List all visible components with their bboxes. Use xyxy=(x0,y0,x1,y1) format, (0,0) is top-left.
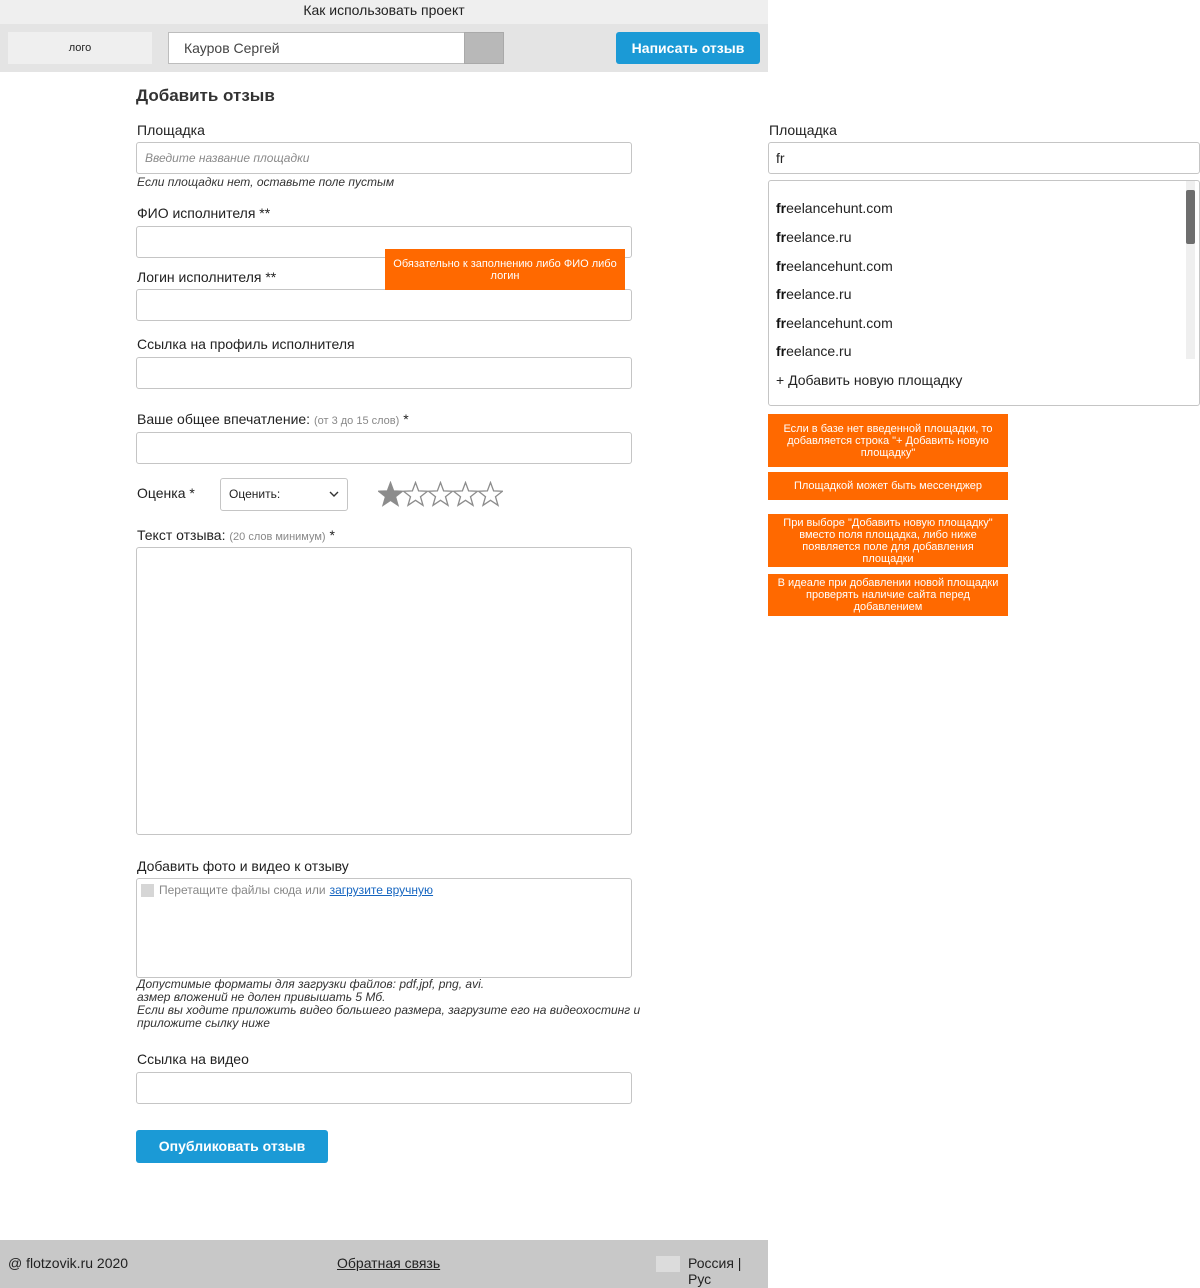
language-selector[interactable]: Россия | Рус xyxy=(688,1255,768,1287)
impression-input[interactable] xyxy=(136,432,632,464)
search-button[interactable] xyxy=(464,32,504,64)
video-link-label: Ссылка на видео xyxy=(137,1051,249,1067)
autocomplete-option[interactable]: freelancehunt.com xyxy=(776,200,893,216)
fio-label: ФИО исполнителя ** xyxy=(137,205,271,221)
platform-label: Площадка xyxy=(137,122,205,138)
rating-select[interactable]: Оценить: xyxy=(220,478,348,511)
autocomplete-option[interactable]: freelance.ru xyxy=(776,286,852,302)
profile-link-label: Ссылка на профиль исполнителя xyxy=(137,336,355,352)
write-review-button[interactable]: Написать отзыв xyxy=(616,32,760,64)
copyright: @ flotzovik.ru 2020 xyxy=(8,1255,129,1271)
star-filled-icon[interactable] xyxy=(378,481,403,507)
review-text-required-mark: * xyxy=(329,527,335,543)
rating-label: Оценка * xyxy=(137,485,195,501)
login-label: Логин исполнителя ** xyxy=(137,269,277,285)
chevron-down-icon xyxy=(329,491,339,497)
header: лого Кауров Сергей Написать отзыв xyxy=(0,24,768,72)
rating-stars[interactable] xyxy=(378,481,503,509)
autocomplete-option[interactable]: freelance.ru xyxy=(776,229,852,245)
media-hint-line: приложите сылку ниже xyxy=(137,1016,270,1030)
feedback-link[interactable]: Обратная связь xyxy=(337,1255,440,1271)
profile-link-input[interactable] xyxy=(136,357,632,389)
how-to-use-link[interactable]: Как использовать проект xyxy=(0,0,768,24)
autocomplete-dropdown: freelancehunt.com freelance.ru freelance… xyxy=(768,180,1200,406)
page-title: Добавить отзыв xyxy=(136,86,275,105)
autocomplete-platform-label: Площадка xyxy=(769,122,837,138)
star-empty-icon[interactable] xyxy=(428,481,453,507)
add-new-platform-option[interactable]: + Добавить новую площадку xyxy=(776,372,962,388)
platform-input[interactable]: Введите название площадки xyxy=(136,142,632,174)
autocomplete-platform-input[interactable]: fr xyxy=(768,142,1200,174)
footer: @ flotzovik.ru 2020 Обратная связь Росси… xyxy=(0,1240,768,1288)
star-empty-icon[interactable] xyxy=(478,481,503,507)
platform-placeholder: Введите название площадки xyxy=(145,151,310,165)
flag-icon[interactable] xyxy=(656,1256,680,1272)
login-input[interactable] xyxy=(136,289,632,321)
note-messenger: Площадкой может быть мессенджер xyxy=(768,472,1008,500)
rating-select-value: Оценить: xyxy=(229,487,281,501)
star-empty-icon[interactable] xyxy=(453,481,478,507)
review-text-label: Текст отзыва: (20 слов минимум) * xyxy=(137,527,335,543)
impression-label: Ваше общее впечатление: (от 3 до 15 слов… xyxy=(137,411,409,427)
note-check-site: В идеале при добавлении новой площадки п… xyxy=(768,574,1008,616)
file-icon xyxy=(141,883,154,897)
autocomplete-option[interactable]: freelancehunt.com xyxy=(776,315,893,331)
impression-required-mark: * xyxy=(403,411,409,427)
note-fio-or-login: Обязательно к заполнению либо ФИО либо л… xyxy=(385,249,625,290)
video-link-input[interactable] xyxy=(136,1072,632,1104)
scrollbar-thumb[interactable] xyxy=(1186,190,1195,244)
media-hint: Допустимые форматы для загрузки файлов: … xyxy=(137,978,640,1030)
media-label: Добавить фото и видео к отзыву xyxy=(137,858,349,874)
review-text-label-sub: (20 слов минимум) xyxy=(229,531,326,543)
upload-manually-link[interactable]: загрузите вручную xyxy=(330,883,433,897)
search-input[interactable]: Кауров Сергей xyxy=(168,32,465,64)
file-drop-zone[interactable]: Перетащите файлы сюда или загрузите вруч… xyxy=(136,878,632,978)
star-empty-icon[interactable] xyxy=(403,481,428,507)
impression-label-sub: (от 3 до 15 слов) xyxy=(313,415,400,427)
review-text-label-text: Текст отзыва: xyxy=(137,527,226,543)
note-add-new-row: Если в базе нет введенной площадки, то д… xyxy=(768,414,1008,467)
review-text-area[interactable] xyxy=(136,547,632,835)
autocomplete-option[interactable]: freelance.ru xyxy=(776,343,852,359)
note-new-platform-field: При выборе "Добавить новую площадку" вме… xyxy=(768,514,1008,567)
logo[interactable]: лого xyxy=(8,32,152,64)
platform-hint: Если площадки нет, оставьте поле пустым xyxy=(137,175,395,189)
publish-button[interactable]: Опубликовать отзыв xyxy=(136,1130,328,1163)
impression-label-text: Ваше общее впечатление: xyxy=(137,411,311,427)
drop-zone-text: Перетащите файлы сюда или xyxy=(159,883,326,897)
drop-zone-row: Перетащите файлы сюда или загрузите вруч… xyxy=(141,883,433,897)
autocomplete-option[interactable]: freelancehunt.com xyxy=(776,258,893,274)
